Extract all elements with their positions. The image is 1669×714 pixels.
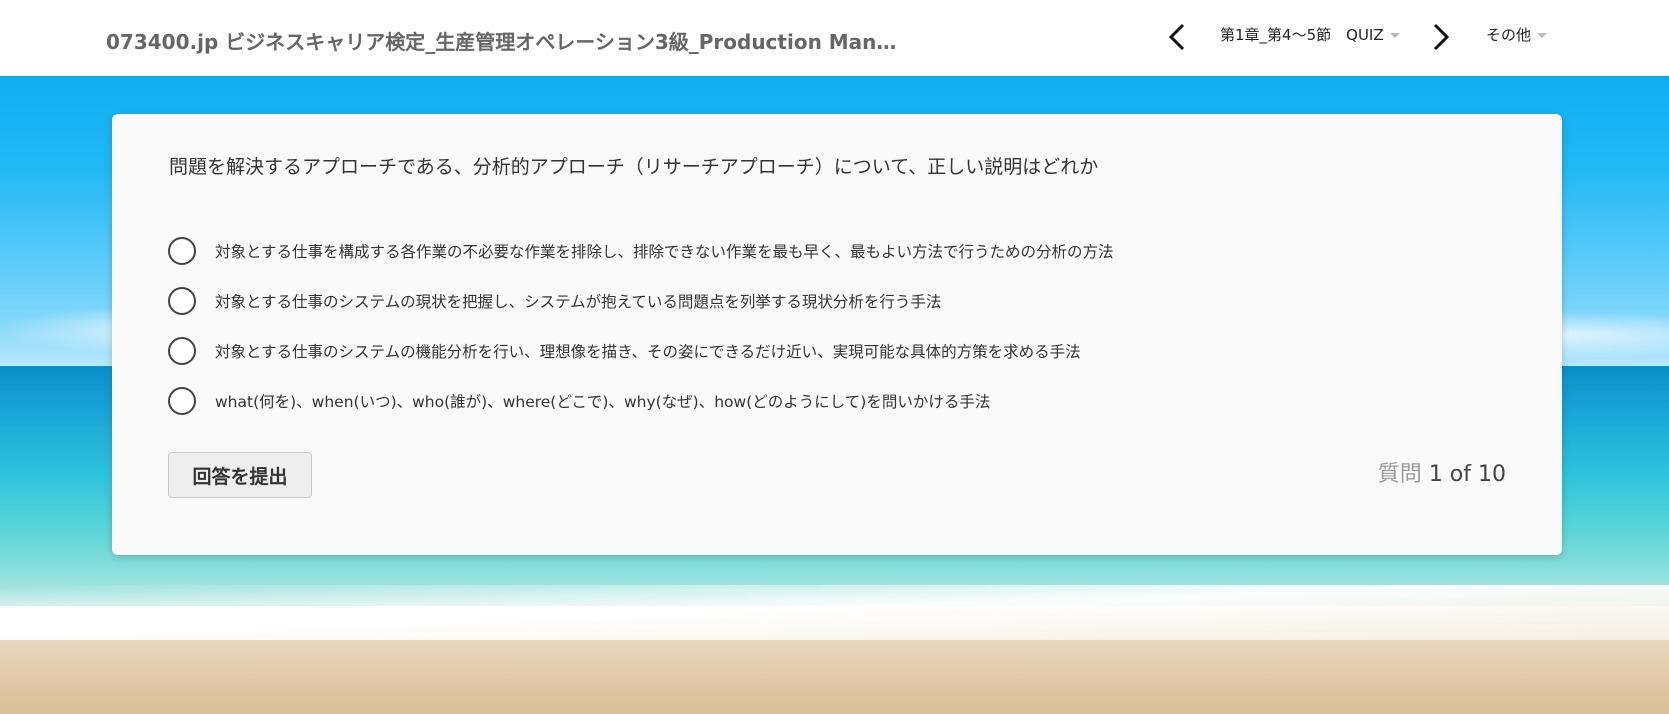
top-header: 073400.jp ビジネスキャリア検定_生産管理オペレーション3級_Produ…: [0, 0, 1669, 76]
submit-answer-button[interactable]: 回答を提出: [168, 452, 312, 498]
radio-button[interactable]: [168, 337, 196, 365]
quiz-card: 問題を解決するアプローチである、分析的アプローチ（リサーチアプローチ）について、…: [112, 114, 1562, 555]
answer-option-3[interactable]: 対象とする仕事のシステムの機能分析を行い、理想像を描き、その姿にできるだけ近い、…: [168, 326, 1114, 376]
question-text: 問題を解決するアプローチである、分析的アプローチ（リサーチアプローチ）について、…: [169, 156, 1099, 178]
previous-lesson-button[interactable]: [1160, 20, 1194, 54]
radio-button[interactable]: [168, 237, 196, 265]
answer-option-1[interactable]: 対象とする仕事を構成する各作業の不必要な作業を排除し、排除できない作業を最も早く…: [168, 226, 1114, 276]
caret-down-icon: [1537, 33, 1548, 38]
answer-option-label: 対象とする仕事を構成する各作業の不必要な作業を排除し、排除できない作業を最も早く…: [215, 243, 1114, 261]
section-dropdown-label: 第1章_第4〜5節 QUIZ: [1220, 26, 1384, 44]
progress-count: 1 of 10: [1428, 462, 1506, 487]
progress-prefix: 質問: [1377, 462, 1422, 487]
chevron-left-icon: [1168, 23, 1185, 51]
background-sand: [0, 640, 1669, 714]
radio-button[interactable]: [168, 387, 196, 415]
answer-option-label: what(何を)、when(いつ)、who(誰が)、where(どこで)、why…: [215, 393, 991, 411]
chevron-right-icon: [1433, 23, 1450, 51]
question-progress: 質問 1 of 10: [1378, 456, 1506, 488]
caret-down-icon: [1389, 33, 1400, 38]
answer-option-label: 対象とする仕事のシステムの機能分析を行い、理想像を描き、その姿にできるだけ近い、…: [215, 343, 1081, 361]
answer-option-2[interactable]: 対象とする仕事のシステムの現状を把握し、システムが抱えている問題点を列挙する現状…: [168, 276, 1114, 326]
other-dropdown[interactable]: その他: [1486, 24, 1548, 45]
answer-option-label: 対象とする仕事のシステムの現状を把握し、システムが抱えている問題点を列挙する現状…: [215, 293, 942, 311]
course-title[interactable]: 073400.jp ビジネスキャリア検定_生産管理オペレーション3級_Produ…: [106, 26, 906, 55]
answer-option-4[interactable]: what(何を)、when(いつ)、who(誰が)、where(どこで)、why…: [168, 376, 1114, 426]
radio-button[interactable]: [168, 287, 196, 315]
section-dropdown[interactable]: 第1章_第4〜5節 QUIZ: [1220, 24, 1400, 45]
other-dropdown-label: その他: [1486, 26, 1532, 44]
next-lesson-button[interactable]: [1424, 20, 1458, 54]
answer-options: 対象とする仕事を構成する各作業の不必要な作業を排除し、排除できない作業を最も早く…: [168, 226, 1114, 426]
